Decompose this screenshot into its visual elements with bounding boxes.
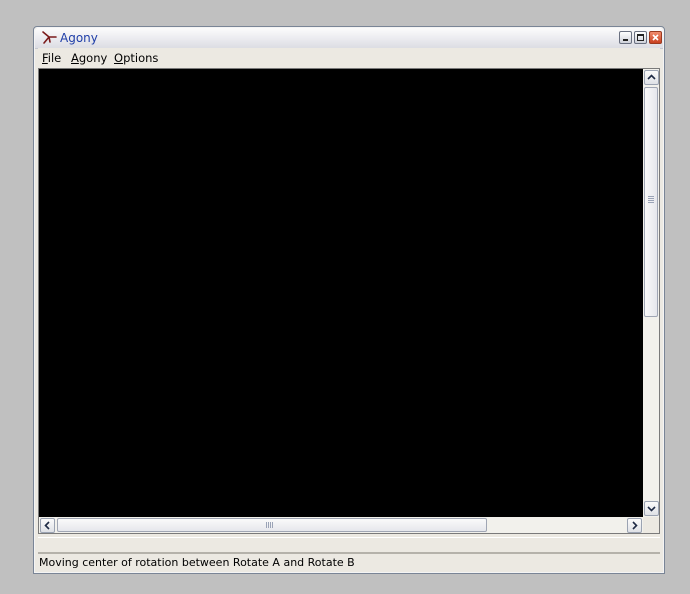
render-canvas[interactable] <box>39 69 643 517</box>
scrollbar-corner <box>643 517 659 533</box>
maximize-icon <box>637 34 644 41</box>
app-window: Agony File Agony Options Moving center o… <box>33 26 665 574</box>
menu-file[interactable]: File <box>42 51 61 65</box>
chevron-left-icon <box>44 521 50 530</box>
maximize-button[interactable] <box>634 31 647 44</box>
window-title: Agony <box>60 31 98 45</box>
scroll-right-button[interactable] <box>627 518 642 533</box>
grip-icon <box>648 196 654 203</box>
scroll-up-button[interactable] <box>644 70 659 85</box>
empty-toolbar <box>38 537 660 553</box>
menu-options[interactable]: Options <box>114 51 158 65</box>
minimize-icon <box>623 39 628 41</box>
agony-app-icon[interactable] <box>41 30 57 46</box>
menu-bar: File Agony Options <box>38 48 660 67</box>
chevron-up-icon <box>647 74 656 80</box>
close-icon <box>652 34 659 41</box>
close-button[interactable] <box>649 31 662 44</box>
title-bar[interactable]: Agony <box>35 28 663 49</box>
status-bar: Moving center of rotation between Rotate… <box>38 553 660 572</box>
chevron-right-icon <box>632 521 638 530</box>
chevron-down-icon <box>647 506 656 512</box>
minimize-button[interactable] <box>619 31 632 44</box>
horizontal-scroll-thumb[interactable] <box>57 518 487 532</box>
horizontal-scrollbar[interactable] <box>39 517 643 533</box>
scroll-down-button[interactable] <box>644 501 659 516</box>
vertical-scroll-thumb[interactable] <box>644 87 658 317</box>
grip-icon <box>266 522 273 528</box>
client-area <box>38 68 660 534</box>
menu-agony[interactable]: Agony <box>71 51 107 65</box>
vertical-scrollbar[interactable] <box>643 69 659 517</box>
status-text: Moving center of rotation between Rotate… <box>39 556 355 569</box>
scroll-left-button[interactable] <box>40 518 55 533</box>
